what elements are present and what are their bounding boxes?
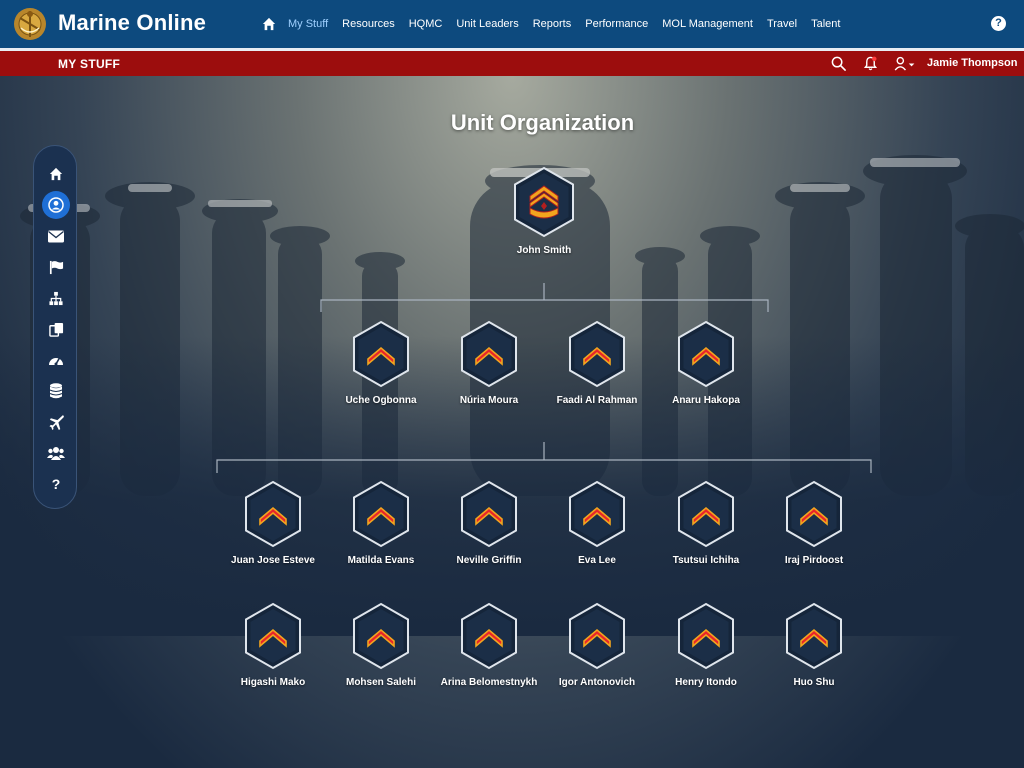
org-node-name: Henry Itondo (675, 677, 737, 688)
org-node-tier3-row2-4[interactable]: Igor Antonovich (547, 602, 647, 689)
nav-talent[interactable]: Talent (811, 18, 840, 30)
org-node-name: Arina Belomestnykh (440, 677, 538, 688)
sidebar-dashboard[interactable] (41, 346, 71, 374)
org-node-tier3-row2-5[interactable]: Henry Itondo (656, 602, 756, 689)
nav-hqmc[interactable]: HQMC (409, 18, 443, 30)
org-node-tier2-2[interactable]: Núria Moura (439, 320, 539, 407)
main-nav: My Stuff Resources HQMC Unit Leaders Rep… (262, 0, 854, 48)
private-first-class-insignia-icon (786, 602, 842, 670)
home-icon[interactable] (262, 17, 276, 31)
sidebar-flag[interactable] (41, 253, 71, 281)
org-node-tier3-row2-2[interactable]: Mohsen Salehi (331, 602, 431, 689)
org-node-name: Igor Antonovich (558, 677, 636, 688)
private-first-class-insignia-icon (245, 602, 301, 670)
org-node-name: John Smith (516, 245, 572, 256)
org-node-tier2-1[interactable]: Uche Ogbonna (331, 320, 431, 407)
question-icon: ? (51, 476, 61, 492)
private-first-class-insignia-icon (569, 602, 625, 670)
sidebar-users[interactable] (41, 439, 71, 467)
sidebar-org-chart[interactable] (41, 284, 71, 312)
private-first-class-insignia-icon (245, 480, 301, 548)
dashboard-icon (49, 357, 63, 366)
private-first-class-insignia-icon (353, 602, 409, 670)
sidebar-database[interactable] (41, 377, 71, 405)
plane-icon (48, 414, 64, 430)
org-node-name: Tsutsui Ichiha (672, 555, 740, 566)
private-first-class-insignia-icon (678, 480, 734, 548)
private-first-class-insignia-icon (569, 480, 625, 548)
section-bar: MY STUFF Jamie Thompson (0, 51, 1024, 76)
user-menu-icon[interactable] (893, 56, 917, 71)
org-node-name: Iraj Pirdoost (784, 555, 844, 566)
usmc-emblem-icon[interactable] (12, 6, 48, 42)
nav-mol-management[interactable]: MOL Management (662, 18, 753, 30)
nav-my-stuff[interactable]: My Stuff (288, 18, 328, 30)
org-node-tier3-row1-1[interactable]: Juan Jose Esteve (223, 480, 323, 567)
home-icon (49, 167, 63, 181)
private-first-class-insignia-icon (461, 480, 517, 548)
sidebar-travel[interactable] (41, 408, 71, 436)
bell-icon[interactable] (863, 56, 878, 71)
org-node-tier3-row2-1[interactable]: Higashi Mako (223, 602, 323, 689)
documents-icon (48, 322, 63, 337)
org-node-name: Faadi Al Rahman (556, 395, 638, 406)
private-first-class-insignia-icon (461, 320, 517, 388)
page-title: Unit Organization (450, 110, 635, 135)
nav-resources[interactable]: Resources (342, 18, 395, 30)
private-first-class-insignia-icon (786, 480, 842, 548)
private-first-class-insignia-icon (569, 320, 625, 388)
sidebar-messages[interactable] (41, 222, 71, 250)
private-first-class-insignia-icon (353, 480, 409, 548)
org-node-tier3-row1-5[interactable]: Tsutsui Ichiha (656, 480, 756, 567)
envelope-icon (48, 230, 64, 242)
org-node-tier3-row1-2[interactable]: Matilda Evans (331, 480, 431, 567)
search-icon[interactable] (831, 56, 846, 71)
flag-icon (49, 260, 63, 274)
org-node-tier2-3[interactable]: Faadi Al Rahman (547, 320, 647, 407)
top-nav-bar: Marine Online My Stuff Resources HQMC Un… (0, 0, 1024, 48)
org-chart-icon (49, 291, 63, 305)
org-node-name: Eva Lee (578, 555, 616, 566)
org-node-tier3-row1-6[interactable]: Iraj Pirdoost (764, 480, 864, 567)
database-icon (49, 383, 63, 399)
org-node-name: Higashi Mako (240, 677, 306, 688)
nav-unit-leaders[interactable]: Unit Leaders (456, 18, 518, 30)
private-first-class-insignia-icon (461, 602, 517, 670)
org-node-tier3-row2-6[interactable]: Huo Shu (764, 602, 864, 689)
sidebar-documents[interactable] (41, 315, 71, 343)
org-node-name: Neville Griffin (456, 555, 522, 566)
org-node-name: Matilda Evans (347, 555, 415, 566)
org-node-name: Anaru Hakopa (672, 395, 740, 406)
users-icon (47, 447, 65, 460)
nav-travel[interactable]: Travel (767, 18, 797, 30)
private-first-class-insignia-icon (353, 320, 409, 388)
org-node-tier3-row1-4[interactable]: Eva Lee (547, 480, 647, 567)
org-node-name: Juan Jose Esteve (231, 555, 315, 566)
org-node-tier2-4[interactable]: Anaru Hakopa (656, 320, 756, 407)
help-icon[interactable]: ? (991, 16, 1006, 31)
sidebar-profile[interactable] (41, 191, 71, 219)
org-node-leader[interactable]: John Smith (494, 166, 594, 257)
section-title: MY STUFF (58, 57, 121, 71)
org-node-name: Huo Shu (793, 677, 835, 688)
org-node-name: Uche Ogbonna (345, 395, 417, 406)
private-first-class-insignia-icon (678, 602, 734, 670)
user-name[interactable]: Jamie Thompson (927, 57, 1017, 69)
sidebar-help[interactable]: ? (41, 470, 71, 498)
org-node-name: Núria Moura (459, 395, 519, 406)
org-node-name: Mohsen Salehi (345, 677, 416, 688)
org-node-tier3-row1-3[interactable]: Neville Griffin (439, 480, 539, 567)
private-first-class-insignia-icon (678, 320, 734, 388)
gunnery-sergeant-insignia-icon (514, 166, 574, 238)
nav-reports[interactable]: Reports (533, 18, 572, 30)
app-title[interactable]: Marine Online (58, 10, 206, 36)
nav-performance[interactable]: Performance (585, 18, 648, 30)
user-circle-icon (48, 197, 64, 213)
side-toolbar: ? (33, 145, 77, 509)
org-node-tier3-row2-3[interactable]: Arina Belomestnykh (439, 602, 539, 689)
sidebar-home[interactable] (41, 160, 71, 188)
